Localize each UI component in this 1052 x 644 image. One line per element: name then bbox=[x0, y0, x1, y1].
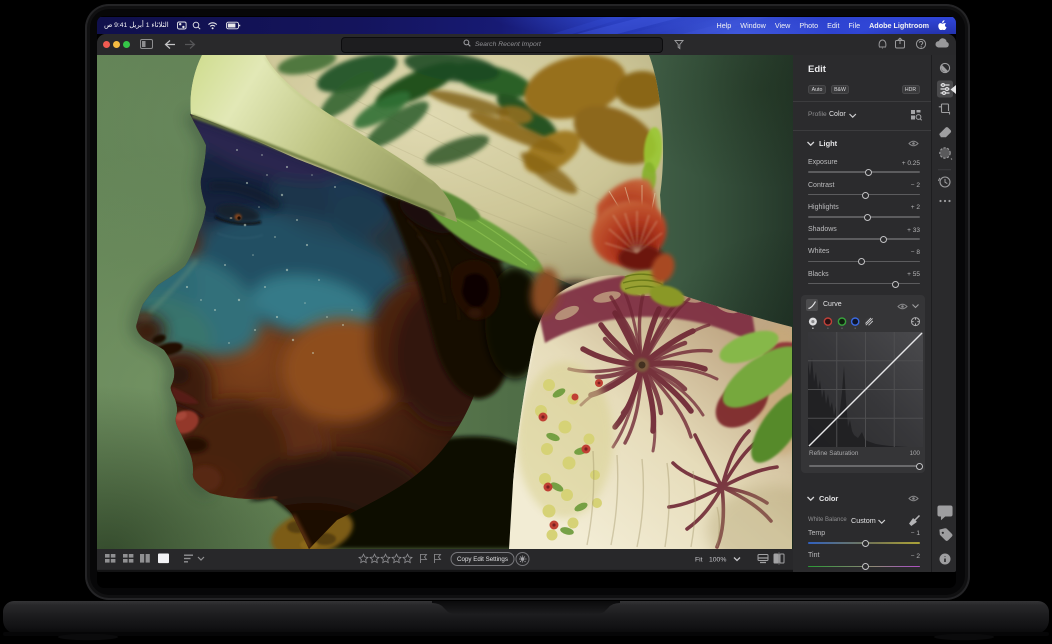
svg-text:100%: 100% bbox=[709, 556, 726, 563]
svg-text:Fit: Fit bbox=[695, 556, 703, 563]
svg-text:Copy Edit Settings: Copy Edit Settings bbox=[457, 556, 508, 563]
